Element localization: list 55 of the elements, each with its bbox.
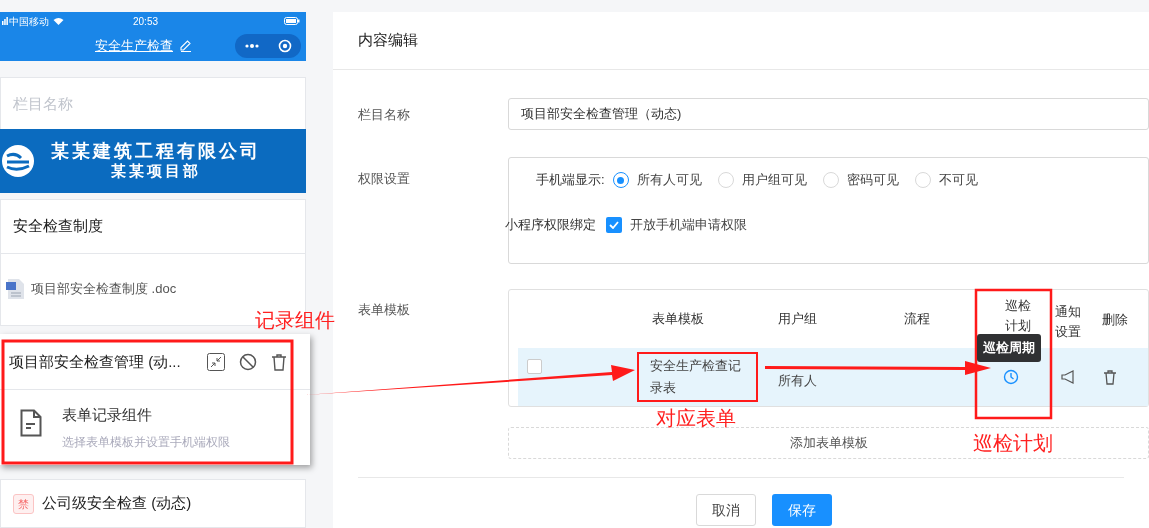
time-text: 20:53 xyxy=(133,14,159,29)
form-label: 表单模板 xyxy=(358,301,411,319)
form-label: 栏目名称 xyxy=(358,106,411,124)
wifi-icon xyxy=(53,17,64,25)
target-icon xyxy=(277,39,292,53)
annotation-label: 巡检计划 xyxy=(973,431,1053,456)
column-header: 通知设置 xyxy=(1054,303,1082,341)
word-file-icon xyxy=(5,277,25,300)
checkbox-option[interactable]: 开放手机端申请权限 xyxy=(606,215,747,235)
document-icon xyxy=(20,409,42,438)
battery-icon xyxy=(284,17,300,25)
component-title: 项目部安全检查管理 (动... xyxy=(9,351,182,372)
section-item-title: 公司级安全检查 (动态) xyxy=(42,493,192,514)
component-hint: 选择表单模板并设置手机端权限 xyxy=(62,433,230,451)
section-heading: 安全检查制度 xyxy=(0,198,306,254)
tooltip: 巡检周期 xyxy=(977,334,1041,362)
status-badge: 禁 xyxy=(13,493,34,514)
capsule-menu[interactable] xyxy=(235,34,301,58)
radio-option[interactable]: 不可见 xyxy=(914,170,978,190)
table-cell: 安全生产检查记录表 xyxy=(637,352,758,402)
clock-icon[interactable] xyxy=(1003,369,1019,385)
file-link[interactable]: 项目部安全检查制度 .doc xyxy=(5,277,177,300)
column-header: 表单模板 xyxy=(651,310,705,329)
project-name: 某某项目部 xyxy=(111,160,201,181)
carrier-text: 中国移动 xyxy=(9,14,49,29)
form-label: 权限设置 xyxy=(358,170,411,188)
company-name: 某某建筑工程有限公司 xyxy=(51,140,261,161)
delete-icon[interactable] xyxy=(1103,369,1117,385)
cancel-button[interactable]: 取消 xyxy=(696,494,756,526)
shrink-icon xyxy=(207,352,225,371)
column-header: 流程 xyxy=(903,310,931,329)
binding-label: 小程序权限绑定 xyxy=(505,216,596,235)
component-name: 表单记录组件 xyxy=(62,405,153,426)
radio-option[interactable]: 所有人可见 xyxy=(612,170,702,190)
page-title: 安全生产检查 xyxy=(95,36,173,55)
megaphone-icon[interactable] xyxy=(1060,369,1076,385)
column-name-field[interactable]: 项目部安全检查管理（动态) xyxy=(508,98,1149,130)
annotation-label: 记录组件 xyxy=(255,308,335,333)
row-checkbox[interactable] xyxy=(527,359,542,374)
radio-option[interactable]: 密码可见 xyxy=(822,170,899,190)
component-card[interactable]: 项目部安全检查管理 (动... 表单记录组件 选择表单模板并设置手机端权限 xyxy=(0,334,310,466)
column-name-field[interactable]: 栏目名称 xyxy=(0,76,306,129)
display-label: 手机端显示: xyxy=(536,171,605,190)
check-icon xyxy=(609,221,619,229)
disable-icon xyxy=(239,352,257,371)
edit-icon xyxy=(179,38,192,52)
table-cell: 所有人 xyxy=(778,373,817,389)
column-header: 用户组 xyxy=(777,310,818,329)
signal-icon xyxy=(2,17,8,25)
editor-title: 内容编辑 xyxy=(358,30,418,51)
column-header: 巡检计划 xyxy=(1004,297,1032,335)
delete-icon xyxy=(271,352,287,371)
more-icon xyxy=(244,44,259,48)
radio-option[interactable]: 用户组可见 xyxy=(717,170,807,190)
column-header: 删除 xyxy=(1101,310,1129,329)
